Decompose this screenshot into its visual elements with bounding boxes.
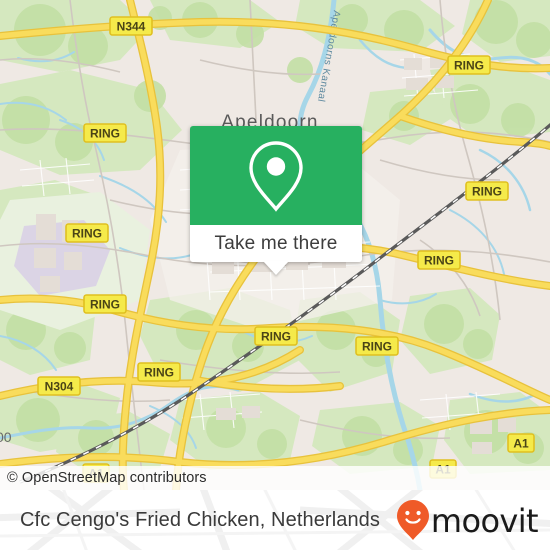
- road-shield: RING: [254, 326, 298, 346]
- road-shield-label: RING: [90, 297, 120, 311]
- road-shield-label: N344: [117, 19, 146, 33]
- road-shield: RING: [65, 223, 109, 243]
- map-pin-icon: [249, 140, 303, 212]
- road-shield-label: N304: [45, 379, 74, 393]
- road-shield: N304: [37, 376, 81, 396]
- road-shield-label: RING: [454, 58, 484, 72]
- place-title: Cfc Cengo's Fried Chicken, Netherlands: [20, 508, 381, 531]
- road-shield: RING: [355, 336, 399, 356]
- road-shield: A1: [507, 433, 535, 453]
- road-shield: N344: [109, 16, 153, 36]
- road-shield: RING: [83, 294, 127, 314]
- take-me-there-label: Take me there: [214, 232, 338, 254]
- road-shield-label: RING: [362, 339, 392, 353]
- moovit-place-card: Apeldoorns Kanaal Apeldoorn 0 N344 RING …: [0, 0, 550, 550]
- road-shield-label: A1: [513, 436, 529, 450]
- road-shield-label: RING: [72, 226, 102, 240]
- moovit-logo[interactable]: moovit: [396, 490, 539, 550]
- moovit-wordmark: moovit: [430, 502, 539, 540]
- place-popup[interactable]: Take me there: [190, 126, 362, 275]
- map-edge-label: 00: [0, 429, 12, 445]
- road-shield: RING: [417, 250, 461, 270]
- popup-pointer-tail: [263, 261, 289, 275]
- footer-bar: Cfc Cengo's Fried Chicken, Netherlands m…: [0, 490, 550, 550]
- road-shield: RING: [137, 362, 181, 382]
- road-shield: RING: [447, 55, 491, 75]
- road-shield-label: RING: [90, 126, 120, 140]
- road-shield: RING: [83, 123, 127, 143]
- take-me-there-button[interactable]: Take me there: [190, 225, 362, 262]
- road-shield-label: RING: [424, 253, 454, 267]
- road-shield: RING: [465, 181, 509, 201]
- osm-attribution[interactable]: © OpenStreetMap contributors: [0, 466, 550, 490]
- popup-image-area: [190, 126, 362, 225]
- road-shield-label: RING: [472, 184, 502, 198]
- road-shield-label: RING: [144, 365, 174, 379]
- road-shield-label: RING: [261, 329, 291, 343]
- moovit-smiley-pin-icon: [396, 500, 429, 540]
